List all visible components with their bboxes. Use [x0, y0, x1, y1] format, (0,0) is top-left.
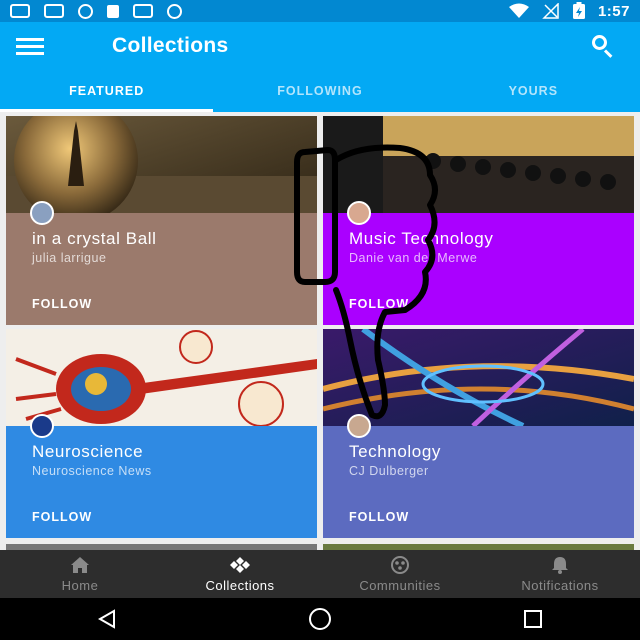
status-icons-left [10, 3, 182, 19]
amplifier-image [323, 116, 634, 213]
wifi-icon [508, 3, 529, 18]
follow-button[interactable]: FOLLOW [32, 510, 92, 524]
collection-author: Neuroscience News [32, 464, 152, 478]
tab-following[interactable]: FOLLOWING [213, 70, 426, 112]
nav-notifications-label: Notifications [521, 577, 599, 593]
lock-icon [107, 4, 119, 18]
follow-button[interactable]: FOLLOW [32, 297, 92, 311]
avatar [347, 414, 371, 438]
tab-yours[interactable]: YOURS [427, 70, 640, 112]
tab-bar: FEATURED FOLLOWING YOURS [0, 70, 640, 112]
home-circle-icon[interactable] [300, 604, 340, 634]
image-icon [10, 4, 30, 18]
message-icon [44, 4, 64, 18]
bottom-navigation: Home Collections Communities Notificatio… [0, 550, 640, 598]
collection-card-technology[interactable]: Technology CJ Dulberger FOLLOW [323, 329, 634, 538]
collection-author: julia larrigue [32, 251, 107, 265]
avatar [30, 414, 54, 438]
search-icon[interactable] [588, 31, 618, 61]
status-bar: 1:57 [0, 0, 640, 22]
avatar [347, 201, 371, 225]
battery-charging-icon [572, 2, 585, 19]
nav-collections[interactable]: Collections [160, 550, 320, 598]
no-signal-icon [542, 3, 559, 19]
collection-card-neuroscience[interactable]: Neuroscience Neuroscience News FOLLOW [6, 329, 317, 538]
neuron-diagram-image [6, 329, 317, 426]
crystal-ball-image [6, 116, 317, 213]
bell-icon [552, 556, 568, 574]
recents-icon[interactable] [513, 604, 553, 634]
collections-grid: in a crystal Ball julia larrigue FOLLOW … [6, 116, 634, 538]
tab-featured[interactable]: FEATURED [0, 70, 214, 112]
collection-title: in a crystal Ball [32, 229, 157, 248]
follow-button[interactable]: FOLLOW [349, 510, 409, 524]
collection-author: CJ Dulberger [349, 464, 429, 478]
app-screen: 1:57 Collections FEATURED FOLLOWING YOUR… [0, 0, 640, 640]
collection-title: Neuroscience [32, 442, 144, 461]
back-icon[interactable] [87, 604, 127, 634]
page-title: Collections [112, 34, 229, 57]
status-icons-right: 1:57 [508, 2, 630, 20]
nav-notifications[interactable]: Notifications [480, 550, 640, 598]
follow-button[interactable]: FOLLOW [349, 297, 409, 311]
nav-collections-label: Collections [205, 577, 275, 593]
collection-card-music-technology[interactable]: Music Technology Danie van der Merwe FOL… [323, 116, 634, 325]
highway-interchange-image [323, 329, 634, 426]
hamburger-menu-icon[interactable] [16, 22, 72, 70]
app-bar: Collections [0, 22, 640, 70]
collection-title: Music Technology [349, 229, 494, 248]
clock-time: 1:57 [597, 2, 630, 20]
system-navigation [0, 598, 640, 640]
nav-communities-label: Communities [359, 577, 441, 593]
home-icon [71, 556, 89, 573]
data-saver-icon [78, 3, 93, 19]
nav-home[interactable]: Home [0, 550, 160, 598]
collection-title: Technology [349, 442, 442, 461]
communities-icon [391, 555, 409, 574]
android-icon [167, 3, 182, 19]
collection-author: Danie van der Merwe [349, 251, 478, 265]
fax-icon [133, 4, 153, 18]
avatar [30, 201, 54, 225]
collection-card-crystal-ball[interactable]: in a crystal Ball julia larrigue FOLLOW [6, 116, 317, 325]
nav-home-label: Home [61, 577, 99, 593]
nav-communities[interactable]: Communities [320, 550, 480, 598]
collections-icon [230, 556, 250, 573]
